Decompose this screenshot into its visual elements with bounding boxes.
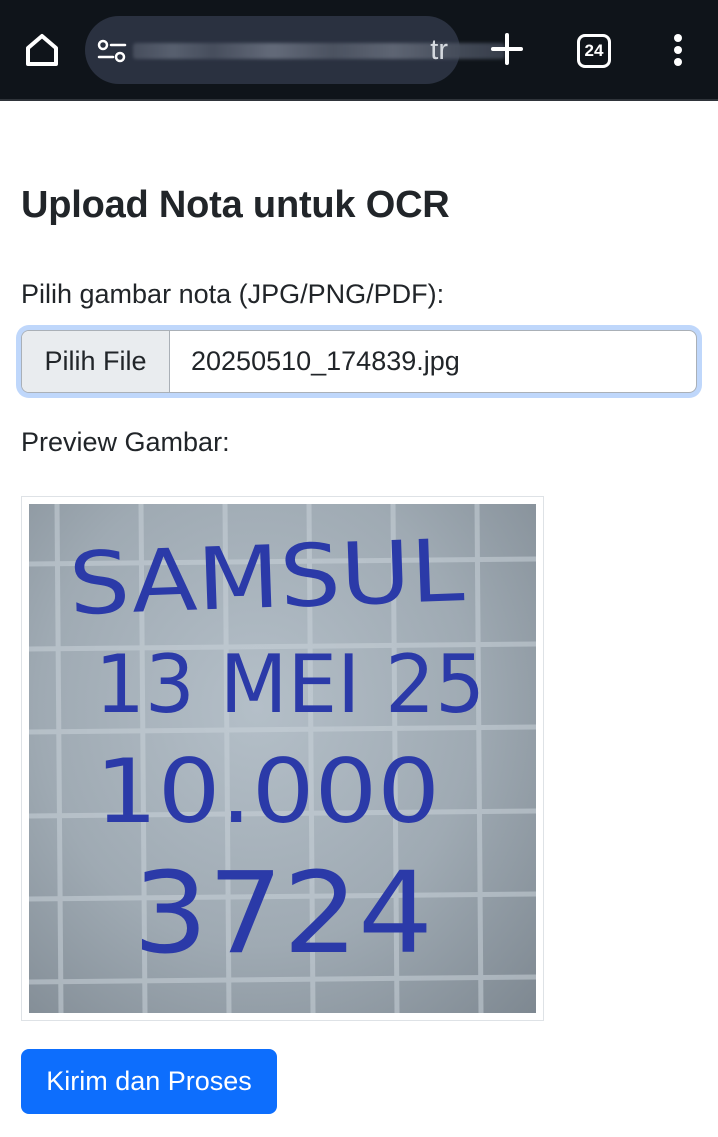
tab-switcher-button[interactable]: 24	[577, 34, 611, 68]
file-input-label: Pilih gambar nota (JPG/PNG/PDF):	[21, 279, 445, 309]
new-tab-icon[interactable]	[487, 29, 527, 69]
url-text: tr	[430, 34, 448, 66]
preview-photo-drawing: SAMSUL 13 MEI 25 10.000 3724	[29, 504, 536, 1013]
preview-label: Preview Gambar:	[21, 427, 230, 457]
receipt-preview-photo: SAMSUL 13 MEI 25 10.000 3724	[29, 504, 536, 1013]
site-settings-icon[interactable]	[97, 38, 127, 64]
home-icon[interactable]	[20, 28, 64, 72]
handwriting-line-3: 10.000	[95, 740, 440, 843]
submit-button[interactable]: Kirim dan Proses	[21, 1049, 277, 1114]
handwriting-line-4: 3724	[133, 849, 433, 979]
file-input[interactable]: Pilih File 20250510_174839.jpg	[21, 330, 697, 393]
selected-file-name: 20250510_174839.jpg	[191, 346, 460, 376]
image-preview: SAMSUL 13 MEI 25 10.000 3724	[21, 496, 544, 1021]
more-menu-icon[interactable]	[664, 30, 692, 70]
handwriting-line-2: 13 MEI 25	[95, 638, 485, 731]
handwriting-line-1: SAMSUL	[67, 521, 465, 635]
url-text-blurred	[133, 43, 505, 59]
page-title: Upload Nota untuk OCR	[21, 184, 450, 226]
address-bar[interactable]: tr	[85, 16, 505, 84]
browser-toolbar: tr 24	[0, 0, 718, 101]
choose-file-button[interactable]: Pilih File	[22, 331, 170, 392]
